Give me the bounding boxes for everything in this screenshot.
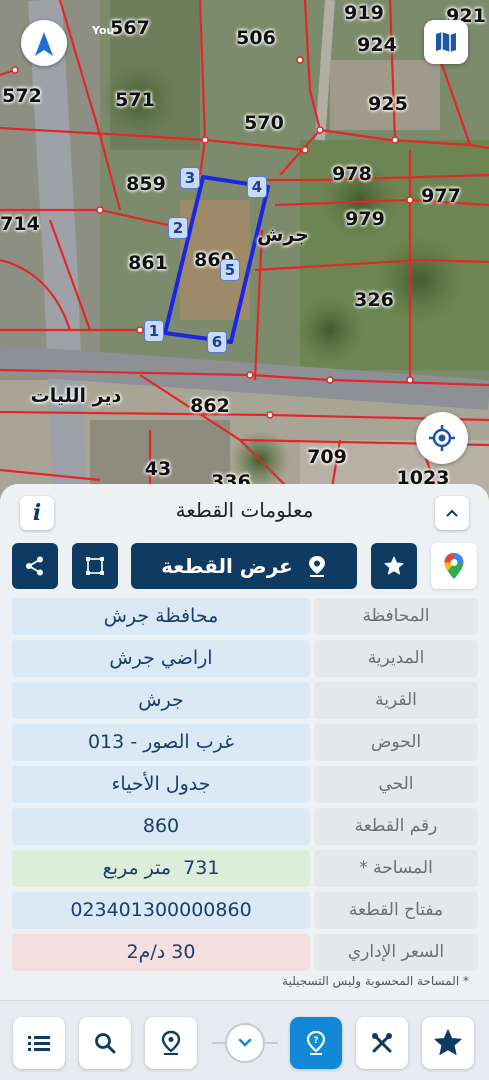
help-pin-icon: ? — [306, 1030, 326, 1055]
google-maps-icon — [444, 553, 464, 579]
vertex-marker[interactable]: 2 — [168, 217, 188, 239]
plot-label: 571 — [115, 89, 155, 111]
info-row-admin-price: 30 د/م2 السعر الإداري — [12, 934, 478, 971]
show-plot-button[interactable]: عرض القطعة — [131, 543, 357, 589]
favorite-button[interactable] — [371, 543, 417, 589]
bottom-toolbar: ? — [0, 1000, 489, 1080]
plot-label: 709 — [307, 446, 347, 468]
plot-label: 924 — [357, 34, 397, 56]
info-row-governorate: محافظة جرش المحافظة — [12, 598, 478, 635]
star-icon — [434, 1029, 462, 1055]
info-value: 860 — [12, 808, 310, 845]
vertex-marker[interactable]: 3 — [180, 167, 200, 189]
vertex-marker[interactable]: 4 — [247, 176, 267, 198]
list-button[interactable] — [13, 1017, 65, 1069]
info-row-village: جرش القرية — [12, 682, 478, 719]
info-row-neighborhood: جدول الأحياء الحي — [12, 766, 478, 803]
share-icon — [26, 556, 43, 576]
plot-label: 43 — [144, 458, 172, 480]
compass-letter: N — [40, 26, 49, 37]
plot-label: 979 — [345, 208, 385, 230]
plot-label: 919 — [344, 2, 384, 24]
plot-label: 572 — [2, 85, 42, 107]
vertex-marker[interactable]: 1 — [144, 320, 164, 342]
info-label: المساحة * — [314, 850, 478, 887]
plot-label: 862 — [190, 395, 230, 417]
polygon-select-icon — [86, 557, 104, 575]
info-label: المديرية — [314, 640, 478, 677]
collapse-button[interactable] — [435, 496, 469, 530]
tools-icon — [372, 1033, 392, 1053]
layers-button[interactable] — [424, 20, 468, 64]
svg-text:?: ? — [313, 1036, 318, 1046]
info-row-plot-number: 860 رقم القطعة — [12, 808, 478, 845]
search-icon — [95, 1033, 116, 1054]
search-button[interactable] — [79, 1017, 131, 1069]
star-icon — [384, 556, 404, 575]
plot-label: 567 — [110, 17, 150, 39]
chevron-down-icon — [238, 1038, 252, 1047]
place-search-button[interactable] — [145, 1017, 197, 1069]
info-label: السعر الإداري — [314, 934, 478, 971]
chevron-up-icon — [446, 509, 458, 517]
plot-query-button[interactable]: ? — [290, 1017, 342, 1069]
plot-label: 861 — [128, 252, 168, 274]
share-button[interactable] — [12, 543, 58, 589]
info-value: محافظة جرش — [12, 598, 310, 635]
map-view[interactable]: 567 506 919 921 924 572 571 570 925 859 … — [0, 0, 489, 500]
info-row-directorate: اراضي جرش المديرية — [12, 640, 478, 677]
info-row-basin: غرب الصور - 013 الحوض — [12, 724, 478, 761]
favorites-button[interactable] — [422, 1017, 474, 1069]
plot-label: 570 — [244, 112, 284, 134]
vertex-marker[interactable]: 6 — [207, 331, 227, 353]
plot-label: 326 — [354, 289, 394, 311]
expand-circle — [225, 1023, 265, 1063]
location-pin-icon — [308, 556, 325, 577]
plot-label: 925 — [368, 93, 408, 115]
plot-label: 978 — [332, 163, 372, 185]
info-value: 023401300000860 — [12, 892, 310, 929]
info-value: 30 د/م2 — [12, 934, 310, 971]
info-label: رقم القطعة — [314, 808, 478, 845]
list-icon — [28, 1036, 50, 1051]
info-row-area: 731 متر مربع المساحة * — [12, 850, 478, 887]
plot-label: 506 — [236, 27, 276, 49]
expand-toggle[interactable] — [212, 1023, 278, 1063]
info-value: جدول الأحياء — [12, 766, 310, 803]
google-maps-button[interactable] — [431, 543, 477, 589]
panel-header: i معلومات القطعة — [0, 484, 489, 540]
plot-label: 859 — [126, 173, 166, 195]
satellite-map — [0, 0, 489, 500]
info-label: الحي — [314, 766, 478, 803]
provider-mark: You — [92, 24, 115, 37]
locate-button[interactable] — [416, 412, 468, 464]
info-value: اراضي جرش — [12, 640, 310, 677]
place-label: دير الليات — [30, 385, 122, 407]
polygon-tool-button[interactable] — [72, 543, 118, 589]
tools-button[interactable] — [356, 1017, 408, 1069]
place-label: جرش — [257, 224, 309, 246]
show-plot-label: عرض القطعة — [161, 554, 293, 578]
plot-info-panel: i معلومات القطعة عرض القطعة محافظة جرش ا… — [0, 484, 489, 1080]
map-layers-icon — [436, 32, 456, 52]
vertex-marker[interactable]: 5 — [220, 259, 240, 281]
map-pin-icon — [161, 1030, 181, 1055]
panel-title: معلومات القطعة — [175, 498, 314, 522]
info-table: محافظة جرش المحافظة اراضي جرش المديرية ج… — [12, 598, 478, 976]
info-label: المحافظة — [314, 598, 478, 635]
info-label: الحوض — [314, 724, 478, 761]
info-row-plot-key: 023401300000860 مفتاح القطعة — [12, 892, 478, 929]
info-value: جرش — [12, 682, 310, 719]
crosshair-icon — [429, 425, 455, 451]
plot-label: 977 — [421, 185, 461, 207]
info-label: مفتاح القطعة — [314, 892, 478, 929]
info-value: غرب الصور - 013 — [12, 724, 310, 761]
compass-button[interactable]: N — [21, 20, 67, 66]
info-label: القرية — [314, 682, 478, 719]
area-footnote: * المساحة المحسوبة وليس التسجيلية — [282, 974, 469, 988]
plot-label: 714 — [0, 213, 40, 235]
info-value: 731 متر مربع — [12, 850, 310, 887]
